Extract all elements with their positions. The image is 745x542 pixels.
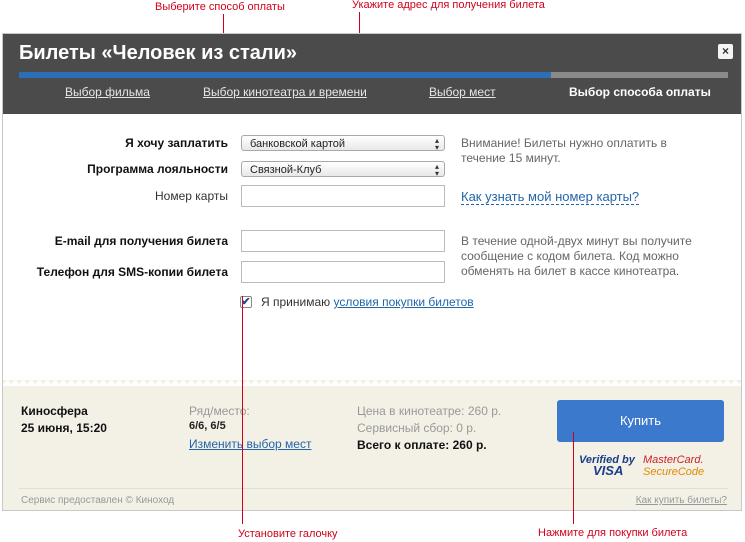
service-credit: Сервис предоставлен © Киноход <box>21 495 175 506</box>
annotation-choose-payment: Выберите способ оплаты <box>155 1 285 13</box>
tab-cinema-time[interactable]: Выбор кинотеатра и времени <box>203 85 367 99</box>
change-seats-link[interactable]: Изменить выбор мест <box>189 437 311 451</box>
payment-time-note: Внимание! Билеты нужно оплатить в течени… <box>461 136 667 166</box>
pay-label: Я хочу заплатить <box>125 136 228 150</box>
service-fee: Сервисный сбор: 0 р. <box>357 421 477 435</box>
phone-label: Телефон для SMS-копии билета <box>36 265 228 279</box>
progress-bar <box>19 72 728 78</box>
select-arrows-icon: ▴ ▾ <box>434 162 439 178</box>
tab-payment: Выбор способа оплаты <box>569 85 711 99</box>
footer-divider <box>19 488 728 489</box>
email-input[interactable] <box>241 230 445 252</box>
annotation-line-buy <box>573 432 574 524</box>
progress-fill <box>19 72 551 78</box>
seat-numbers: 6/6, 6/5 <box>189 420 226 432</box>
email-label: E-mail для получения билета <box>54 234 228 248</box>
note-line: В течение одной-двух минут вы получите <box>461 234 692 248</box>
tab-seats[interactable]: Выбор мест <box>429 85 496 99</box>
loyalty-value: Связной-Клуб <box>250 164 322 176</box>
mastercard-securecode-logo: MasterCard. SecureCode <box>643 454 704 478</box>
ticket-code-note: В течение одной-двух минут вы получите с… <box>461 234 692 279</box>
cinema-price: Цена в кинотеатре: 260 р. <box>357 404 502 418</box>
how-to-buy-link[interactable]: Как купить билеты? <box>636 495 727 506</box>
note-line: Внимание! Билеты нужно оплатить в <box>461 136 667 150</box>
session-datetime: 25 июня, 15:20 <box>21 421 107 435</box>
verified-by-visa-logo: Verified by VISA <box>579 454 635 478</box>
dialog-title: Билеты «Человек из стали» <box>19 42 298 64</box>
card-number-input[interactable] <box>241 185 445 207</box>
tab-film[interactable]: Выбор фильма <box>65 85 150 99</box>
annotation-line-checkbox <box>242 296 243 524</box>
phone-input[interactable] <box>241 261 445 283</box>
payment-method-value: банковской картой <box>250 138 345 150</box>
annotation-set-checkbox: Установите галочку <box>238 528 338 540</box>
close-icon[interactable]: × <box>718 44 733 59</box>
purchase-dialog: Билеты «Человек из стали» × Выбор фильма… <box>2 33 742 511</box>
total-price: Всего к оплате: 260 р. <box>357 438 487 452</box>
buy-button[interactable]: Купить <box>557 400 724 442</box>
dialog-header: Билеты «Человек из стали» × Выбор фильма… <box>3 34 741 114</box>
cinema-name: Киносфера <box>21 404 88 418</box>
agree-text: Я принимаю <box>261 295 331 309</box>
securecode-text: SecureCode <box>643 466 705 478</box>
note-line: обменять на билет в кассе кинотеатра. <box>461 264 680 278</box>
card-number-help-link[interactable]: Как узнать мой номер карты? <box>461 189 640 205</box>
payment-method-select[interactable]: банковской картой ▴ ▾ <box>241 135 445 152</box>
select-arrows-icon: ▴ ▾ <box>434 136 439 152</box>
terms-link[interactable]: условия покупки билетов <box>333 295 473 309</box>
annotation-click-buy: Нажмите для покупки билета <box>538 527 688 539</box>
note-line: сообщение с кодом билета. Код можно <box>461 249 679 263</box>
loyalty-label: Программа лояльности <box>87 162 228 176</box>
loyalty-select[interactable]: Связной-Клуб ▴ ▾ <box>241 161 445 178</box>
card-help: Как узнать мой номер карты? <box>461 189 640 205</box>
agree-label: Я принимаю условия покупки билетов <box>261 295 474 309</box>
mastercard-text: MasterCard. <box>643 454 704 466</box>
annotation-enter-address: Укажите адрес для получения билета <box>352 0 545 11</box>
note-line: течение 15 минут. <box>461 151 561 165</box>
seat-label: Ряд/место: <box>189 404 250 418</box>
card-label: Номер карты <box>155 189 228 203</box>
